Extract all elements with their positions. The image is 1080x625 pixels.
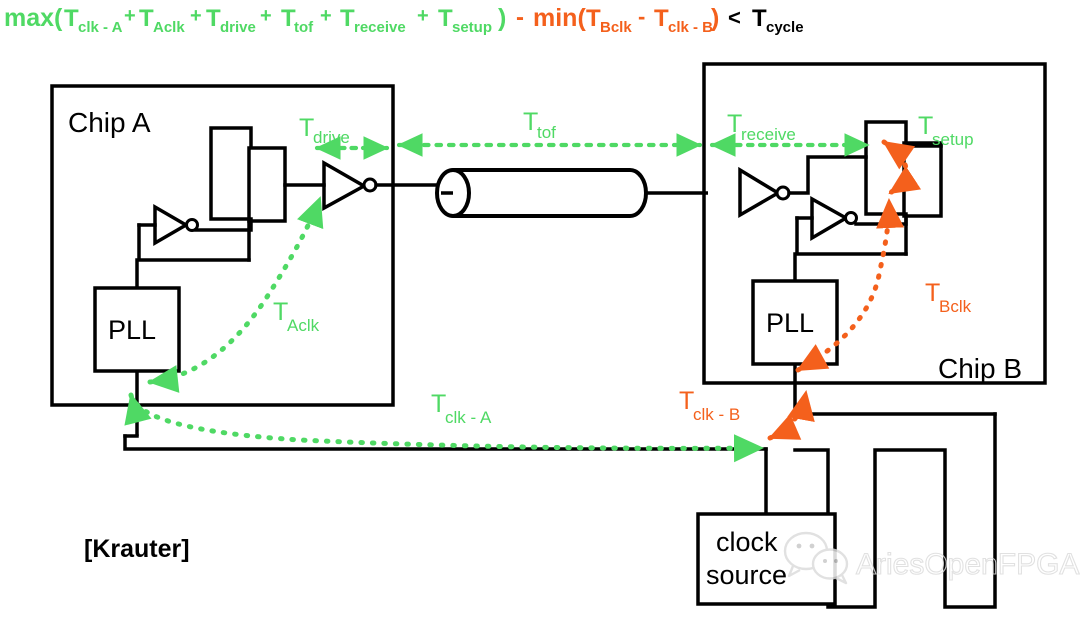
equation-green-close: ) — [498, 4, 506, 32]
equation-sub-clkb: clk - B — [668, 19, 713, 36]
chip-a-wires — [135, 183, 443, 290]
equation-term-tsetup: T — [438, 5, 453, 32]
attribution-label: [Krauter] — [84, 535, 190, 563]
equation-plus-4: + — [320, 5, 332, 27]
chip-b-feedback-inverter-body — [810, 196, 850, 242]
diagram-svg: max( T clk - A + T Aclk + T drive + T to… — [4, 4, 1080, 609]
equation-green-open: max( — [4, 4, 63, 32]
t-drive-label-base: T — [299, 114, 314, 142]
equation-sub-tof: tof — [294, 19, 314, 36]
t-setup-label-sub: setup — [932, 130, 974, 149]
transmission-line-body — [453, 168, 648, 218]
chip-b-latch-2 — [902, 141, 943, 218]
chip-a-feedback-inverter-body — [153, 203, 190, 247]
equation-plus-1: + — [124, 5, 136, 27]
wechat-eye-left — [796, 543, 802, 549]
chip-a-driver-inverter-body — [322, 159, 368, 211]
t-setup-label-base: T — [918, 112, 933, 140]
t-tof-label-sub: tof — [537, 123, 556, 142]
equation-sub-bclk: Bclk — [600, 19, 632, 36]
t-bclk-label-sub: Bclk — [939, 297, 972, 316]
t-receive-label-base: T — [727, 110, 742, 138]
chip-b-latch-1 — [864, 120, 908, 216]
timing-diagram-canvas: max( T clk - A + T Aclk + T drive + T to… — [0, 0, 1080, 625]
equation-term-tcycle: T — [752, 5, 767, 32]
equation-sub-receive: receive — [354, 19, 406, 36]
equation-term-treceive: T — [340, 5, 355, 32]
equation-minus-2: - — [638, 4, 645, 29]
clock-source-label-line2: source — [706, 560, 787, 590]
t-clk-a-label-sub: clk - A — [445, 408, 492, 427]
equation-term-tbclk: T — [586, 5, 601, 32]
t-clk-b-label-base: T — [679, 387, 694, 415]
t-drive-label-sub: drive — [313, 128, 350, 147]
equation-term-tdrive: T — [206, 5, 221, 32]
timing-equation: max( T clk - A + T Aclk + T drive + T to… — [4, 4, 804, 36]
equation-plus-2: + — [190, 5, 202, 27]
t-aclk-label-base: T — [273, 298, 288, 326]
wechat-eye-2-right — [834, 559, 838, 563]
t-clk-b-label-sub: clk - B — [693, 405, 740, 424]
chip-b-feedback-inverter-bubble — [844, 211, 858, 225]
equation-sub-setup: setup — [452, 19, 492, 36]
equation-term-tclkb: T — [654, 5, 669, 32]
equation-term-tclka: T — [64, 5, 79, 32]
equation-minus: - — [516, 4, 524, 31]
equation-term-taclk: T — [139, 5, 154, 32]
equation-orange-open: min( — [533, 4, 586, 32]
equation-plus-3: + — [260, 5, 272, 27]
equation-sub-drive: drive — [220, 19, 256, 36]
t-receive-label-sub: receive — [741, 125, 796, 144]
equation-sub-cycle: cycle — [766, 19, 804, 36]
transmission-line — [435, 168, 708, 218]
chip-a-label: Chip A — [68, 107, 151, 138]
equation-plus-5: + — [417, 5, 429, 27]
chip-b-receive-inverter-body — [738, 166, 782, 219]
equation-sub-clka: clk - A — [78, 19, 123, 36]
equation-sub-aclk: Aclk — [153, 19, 185, 36]
chip-b-label: Chip B — [938, 353, 1022, 384]
chip-a-driver-inverter-bubble — [362, 177, 378, 193]
t-aclk-label-sub: Aclk — [287, 316, 320, 335]
chip-a-latch-2 — [247, 146, 287, 223]
wechat-eye-right — [809, 543, 815, 549]
clock-source-label-line1: clock — [716, 527, 778, 557]
t-clk-a-label-base: T — [431, 390, 446, 418]
chip-b-pll-label: PLL — [766, 308, 814, 338]
equation-less-than: < — [728, 5, 741, 30]
wechat-eye-2-left — [823, 559, 827, 563]
chip-a-latch-1 — [209, 126, 253, 221]
t-tof-label-base: T — [523, 108, 538, 136]
equation-orange-close: ) — [711, 4, 719, 32]
watermark-text: AriesOpenFPGA — [856, 548, 1079, 581]
chip-b-receive-inverter-bubble — [775, 185, 791, 201]
t-bclk-label-base: T — [925, 279, 940, 307]
chip-a-pll-label: PLL — [108, 315, 156, 345]
